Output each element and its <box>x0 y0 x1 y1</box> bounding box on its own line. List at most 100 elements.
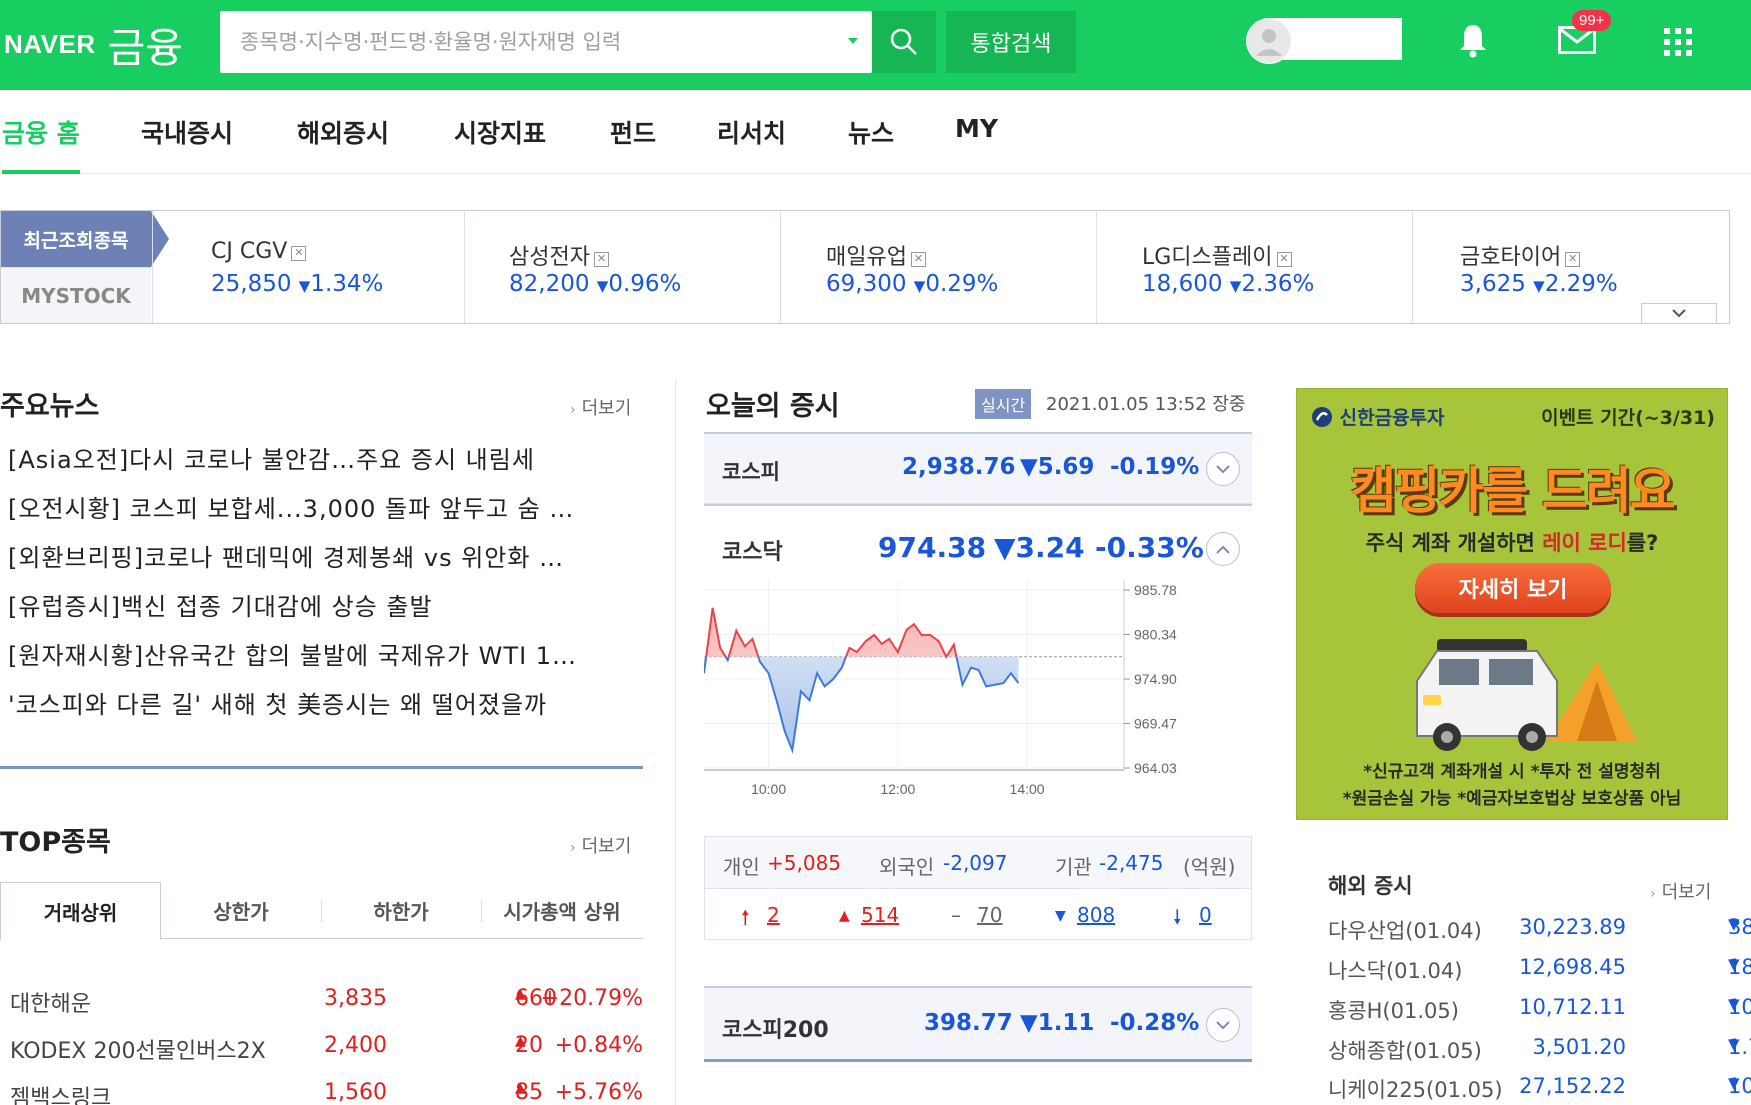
news-item[interactable]: [원자재시황]산유국간 합의 불발에 국제유가 WTI 1… <box>8 636 648 685</box>
stock-name[interactable]: 매일유업 <box>826 245 907 270</box>
section-divider <box>0 766 643 769</box>
down-arrow-icon: ▼ <box>1229 277 1242 295</box>
news-item[interactable]: [Asia오전]다시 코로나 불안감…주요 증시 내림세 <box>8 440 648 489</box>
recent-stock-item[interactable]: LG디스플레이 ✕ 18,600 ▼2.36% <box>1096 211 1412 323</box>
market-name[interactable]: 다우산업(01.04) <box>1328 915 1482 945</box>
ad-logo: 신한금융투자 <box>1311 403 1445 430</box>
stock-name[interactable]: 금호타이어 <box>1460 245 1561 270</box>
news-item[interactable]: [오전시황] 코스피 보합세...3,000 돌파 앞두고 숨 … <box>8 489 648 538</box>
tab-market-cap[interactable]: 시가총액 상위 <box>481 882 643 939</box>
flat-count[interactable]: 70 <box>977 903 1002 927</box>
table-row[interactable]: 젬백스링크 1,560 ▲ 85 +5.76% <box>0 1080 643 1105</box>
news-item[interactable]: [유럽증시]백신 접종 기대감에 상승 출발 <box>8 587 648 636</box>
stock-rate: +5.76% <box>554 1080 643 1105</box>
individual-label: 개인 <box>723 855 760 879</box>
remove-icon[interactable]: ✕ <box>1276 252 1292 267</box>
kospi200-index-row[interactable]: 코스피200 398.77 ▼1.11 -0.28% <box>704 986 1252 1062</box>
finance-logo-text: 금융 <box>107 24 184 72</box>
avatar[interactable] <box>1246 18 1292 64</box>
kospi-index-row[interactable]: 코스피 2,938.76 ▼5.69 -0.19% <box>704 432 1252 504</box>
remove-icon[interactable]: ✕ <box>291 246 307 261</box>
stock-rate: 2.36% <box>1241 271 1315 297</box>
naver-finance-logo[interactable]: NAVER 금융 <box>4 22 183 72</box>
up-count[interactable]: 514 <box>861 903 899 927</box>
search-button[interactable] <box>872 11 936 73</box>
x-tick-label: 10:00 <box>751 781 786 797</box>
stock-name[interactable]: 젬백스링크 <box>10 1080 111 1105</box>
list-item[interactable]: 상해종합(01.05) 3,501.20 ▼ 1.76 <box>1328 1035 1751 1075</box>
market-name[interactable]: 상해종합(01.05) <box>1328 1035 1482 1065</box>
advertisement-banner[interactable]: 신한금융투자 이벤트 기간(~3/31) 캠핑카를 드려요 주식 계좌 개설하면… <box>1296 388 1728 820</box>
nav-news[interactable]: 뉴스 <box>848 114 894 174</box>
news-item[interactable]: '코스피와 다른 길' 새해 첫 美증시는 왜 떨어졌을까 <box>8 685 648 734</box>
list-item[interactable]: 나스닥(01.04) 12,698.45 ▼ 189.83 <box>1328 955 1751 995</box>
stock-name[interactable]: KODEX 200선물인버스2X <box>10 1033 266 1065</box>
stock-name[interactable]: CJ CGV <box>211 239 287 264</box>
down-arrow-icon: ▼ <box>596 277 609 295</box>
user-avatar-icon <box>1247 19 1291 63</box>
world-more-link[interactable]: 더보기 <box>1650 878 1712 904</box>
nav-my[interactable]: MY <box>955 114 998 174</box>
index-value: 398.77 <box>924 1010 1013 1036</box>
market-name[interactable]: 나스닥(01.04) <box>1328 955 1462 985</box>
index-rate: -0.33% <box>1095 531 1204 564</box>
stock-price: 1,560 <box>324 1080 387 1105</box>
ad-details-button[interactable]: 자세히 보기 <box>1415 563 1611 613</box>
apps-grid-icon[interactable] <box>1664 28 1692 56</box>
list-item[interactable]: 다우산업(01.04) 30,223.89 ▼ 382.59 <box>1328 915 1751 955</box>
tab-lower-limit[interactable]: 하한가 <box>321 882 481 939</box>
x-tick-label: 12:00 <box>880 781 915 797</box>
stock-name[interactable]: 삼성전자 <box>509 245 590 270</box>
expand-recent-button[interactable] <box>1641 303 1717 323</box>
recent-stock-item[interactable]: CJ CGV ✕ 25,850 ▼1.34% <box>152 211 464 323</box>
news-item[interactable]: [외환브리핑]코로나 팬데믹에 경제봉쇄 vs 위안화 … <box>8 538 648 587</box>
news-more-link[interactable]: 더보기 <box>570 394 632 420</box>
nav-market-indicators[interactable]: 시장지표 <box>454 114 546 174</box>
table-row[interactable]: 대한해운 3,835 ▲ 660 +20.79% <box>0 986 643 1032</box>
remove-icon[interactable]: ✕ <box>593 252 609 267</box>
search-input[interactable] <box>240 11 830 73</box>
tab-mystock[interactable]: MYSTOCK <box>1 267 151 323</box>
bell-icon[interactable] <box>1458 22 1488 58</box>
index-name: 코스피 <box>722 460 780 484</box>
table-row[interactable]: KODEX 200선물인버스2X 2,400 ▲ 20 +0.84% <box>0 1033 643 1079</box>
nav-finance-home[interactable]: 금융 홈 <box>2 114 80 174</box>
upper-limit-count[interactable]: 2 <box>767 903 780 927</box>
lower-limit-icon: 🠗 <box>1173 905 1182 929</box>
index-name: 코스닥 <box>722 540 783 565</box>
market-datetime: 2021.01.05 13:52 장중 <box>1046 394 1246 415</box>
remove-icon[interactable]: ✕ <box>1565 252 1581 267</box>
index-rate: -0.19% <box>1110 454 1200 480</box>
individual-value: +5,085 <box>767 851 842 875</box>
nav-research[interactable]: 리서치 <box>717 114 786 174</box>
stock-price: 18,600 <box>1142 271 1223 297</box>
kosdaq-intraday-chart: 985.78 980.34 974.90 969.47 964.03 10:00 12:0… <box>704 580 1177 797</box>
index-value: 974.38 <box>878 531 987 564</box>
market-name[interactable]: 니케이225(01.05) <box>1328 1074 1503 1104</box>
nav-domestic-stocks[interactable]: 국내증시 <box>141 114 233 174</box>
y-tick-label: 985.78 <box>1134 582 1177 598</box>
integrated-search-button[interactable]: 통합검색 <box>946 11 1076 73</box>
list-item[interactable]: 홍콩H(01.05) 10,712.11 ▼ 10.88 <box>1328 995 1751 1035</box>
recent-stock-item[interactable]: 매일유업 ✕ 69,300 ▼0.29% <box>780 211 1096 323</box>
market-value: 3,501.20 <box>1532 1035 1626 1059</box>
search-dropdown-caret-icon[interactable] <box>848 38 858 44</box>
remove-icon[interactable]: ✕ <box>910 252 926 267</box>
stock-name[interactable]: LG디스플레이 <box>1142 245 1273 270</box>
nav-funds[interactable]: 펀드 <box>610 114 656 174</box>
expand-kospi200-button[interactable] <box>1206 1008 1240 1042</box>
expand-kospi-button[interactable] <box>1206 452 1240 486</box>
recent-stock-item[interactable]: 삼성전자 ✕ 82,200 ▼0.96% <box>464 211 780 323</box>
lower-limit-count[interactable]: 0 <box>1199 903 1212 927</box>
tab-trading-volume[interactable]: 거래상위 <box>0 882 161 940</box>
down-count[interactable]: 808 <box>1077 903 1115 927</box>
nav-overseas-stocks[interactable]: 해외증시 <box>297 114 389 174</box>
tab-upper-limit[interactable]: 상한가 <box>161 882 321 939</box>
list-item[interactable]: 니케이225(01.05) 27,152.22 ▼ 106.16 <box>1328 1074 1751 1105</box>
collapse-kosdaq-button[interactable] <box>1206 532 1240 566</box>
index-change: ▼5.69 <box>1020 454 1095 480</box>
market-name[interactable]: 홍콩H(01.05) <box>1328 995 1459 1025</box>
stock-name[interactable]: 대한해운 <box>10 986 91 1018</box>
tab-recent-stocks[interactable]: 최근조회종목 <box>1 211 151 267</box>
top-more-link[interactable]: 더보기 <box>570 832 632 858</box>
